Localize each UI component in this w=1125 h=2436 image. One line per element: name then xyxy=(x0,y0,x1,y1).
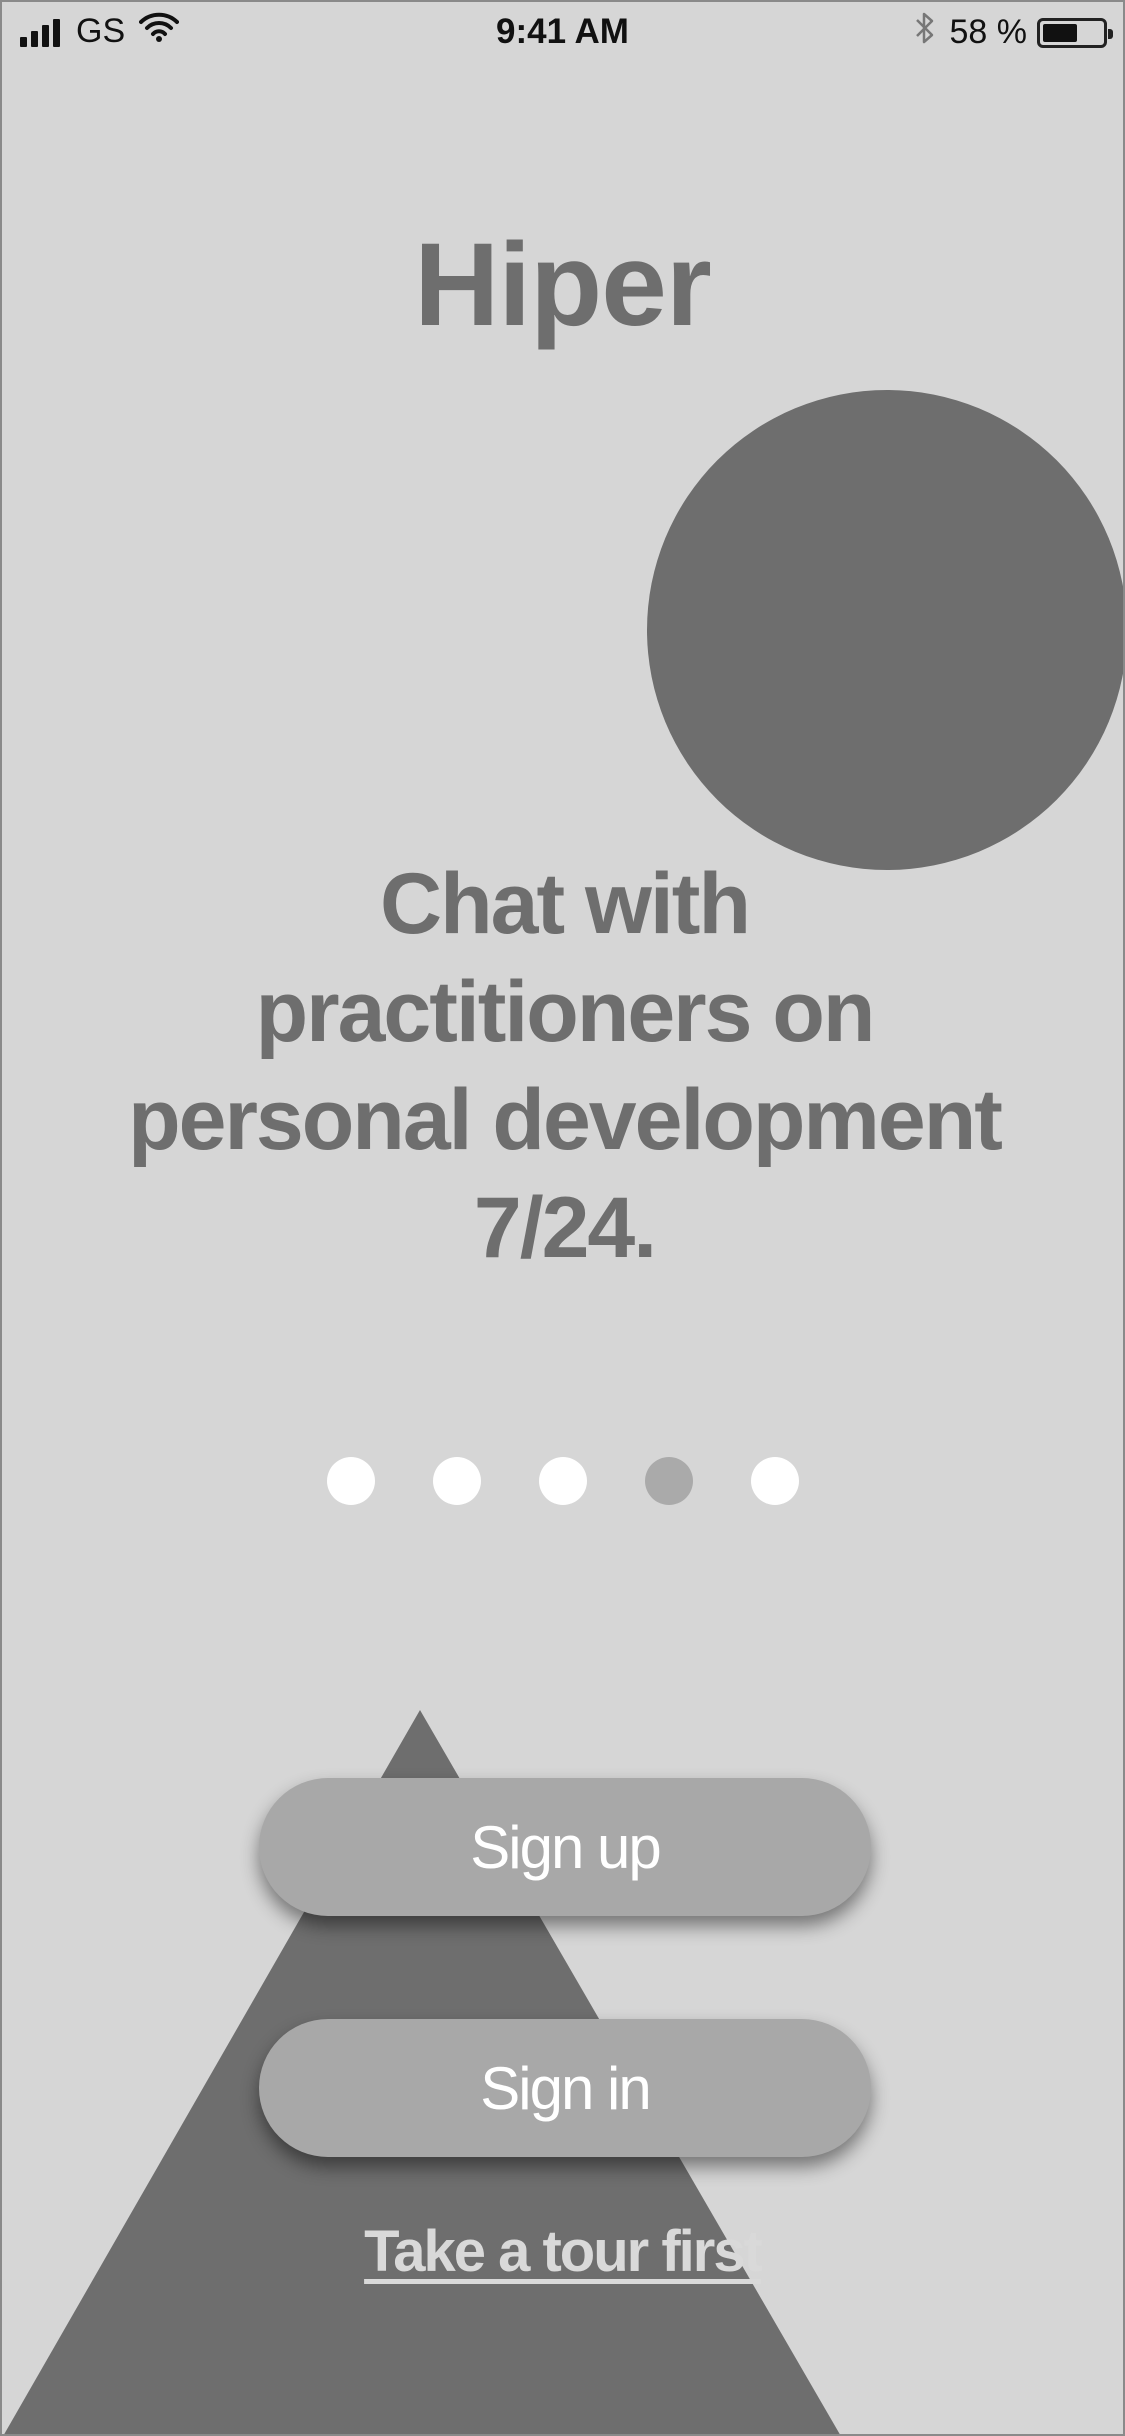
status-right: 58 % xyxy=(914,11,1113,54)
battery-fill xyxy=(1043,23,1077,42)
headline-line: personal development xyxy=(128,1072,1003,1168)
sign-in-button[interactable]: Sign in xyxy=(259,2019,871,2157)
status-bar: GS 9:41 AM 58 % xyxy=(2,2,1123,64)
battery-percent: 58 % xyxy=(949,13,1028,51)
page-indicator xyxy=(2,1457,1123,1505)
sign-up-button[interactable]: Sign up xyxy=(259,1778,871,1916)
take-tour-link[interactable]: Take a tour first xyxy=(2,2218,1123,2285)
battery-icon xyxy=(1037,17,1113,48)
page-dot[interactable] xyxy=(538,1457,587,1505)
page-dot[interactable] xyxy=(750,1457,799,1505)
battery-nub xyxy=(1108,28,1113,39)
bluetooth-icon xyxy=(914,11,936,54)
page-dot[interactable] xyxy=(644,1457,693,1505)
page-dot[interactable] xyxy=(326,1457,375,1505)
app-logo: Hiper xyxy=(414,219,712,351)
headline-line: 7/24. xyxy=(473,1180,657,1276)
page-dot[interactable] xyxy=(432,1457,481,1505)
decorative-circle xyxy=(647,390,1123,870)
onboarding-headline: Chat with practitioners on personal deve… xyxy=(102,850,1027,1282)
headline-line: practitioners on xyxy=(255,964,876,1060)
onboarding-screen: GS 9:41 AM 58 % Hiper Chat with practiti… xyxy=(0,0,1125,2436)
headline-line: Chat with xyxy=(380,856,751,952)
